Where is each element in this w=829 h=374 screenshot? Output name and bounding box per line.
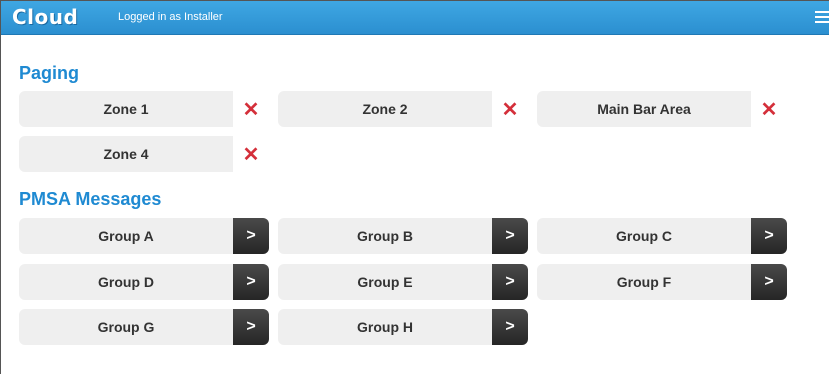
chevron-right-icon[interactable]: >	[492, 218, 528, 254]
chevron-right-icon[interactable]: >	[233, 218, 269, 254]
paging-section-title: Paging	[19, 63, 80, 83]
delete-zone-icon[interactable]: ✕	[241, 99, 261, 121]
zone-button[interactable]: Zone 2	[278, 91, 492, 127]
zone-button[interactable]: Zone 1	[19, 91, 233, 127]
group-button[interactable]: Group C	[537, 218, 751, 254]
group-button[interactable]: Group G	[19, 309, 233, 345]
delete-zone-icon[interactable]: ✕	[759, 99, 779, 121]
chevron-right-icon[interactable]: >	[492, 309, 528, 345]
group-button[interactable]: Group E	[278, 264, 492, 300]
chevron-right-icon[interactable]: >	[492, 264, 528, 300]
group-button[interactable]: Group A	[19, 218, 233, 254]
zone-button[interactable]: Main Bar Area	[537, 91, 751, 127]
hamburger-menu-icon[interactable]	[815, 11, 829, 25]
group-button[interactable]: Group B	[278, 218, 492, 254]
chevron-right-icon[interactable]: >	[751, 218, 787, 254]
top-bar: Cloud Logged in as Installer	[1, 1, 829, 35]
delete-zone-icon[interactable]: ✕	[241, 144, 261, 166]
group-button[interactable]: Group H	[278, 309, 492, 345]
app-window: Cloud Logged in as Installer Paging Zone…	[0, 0, 829, 374]
login-status: Logged in as Installer	[118, 11, 223, 23]
chevron-right-icon[interactable]: >	[233, 309, 269, 345]
cloud-logo: Cloud	[12, 5, 79, 29]
pmsa-section-title: PMSA Messages	[19, 189, 162, 209]
group-button[interactable]: Group D	[19, 264, 233, 300]
chevron-right-icon[interactable]: >	[751, 264, 787, 300]
chevron-right-icon[interactable]: >	[233, 264, 269, 300]
delete-zone-icon[interactable]: ✕	[500, 99, 520, 121]
group-button[interactable]: Group F	[537, 264, 751, 300]
zone-button[interactable]: Zone 4	[19, 136, 233, 172]
